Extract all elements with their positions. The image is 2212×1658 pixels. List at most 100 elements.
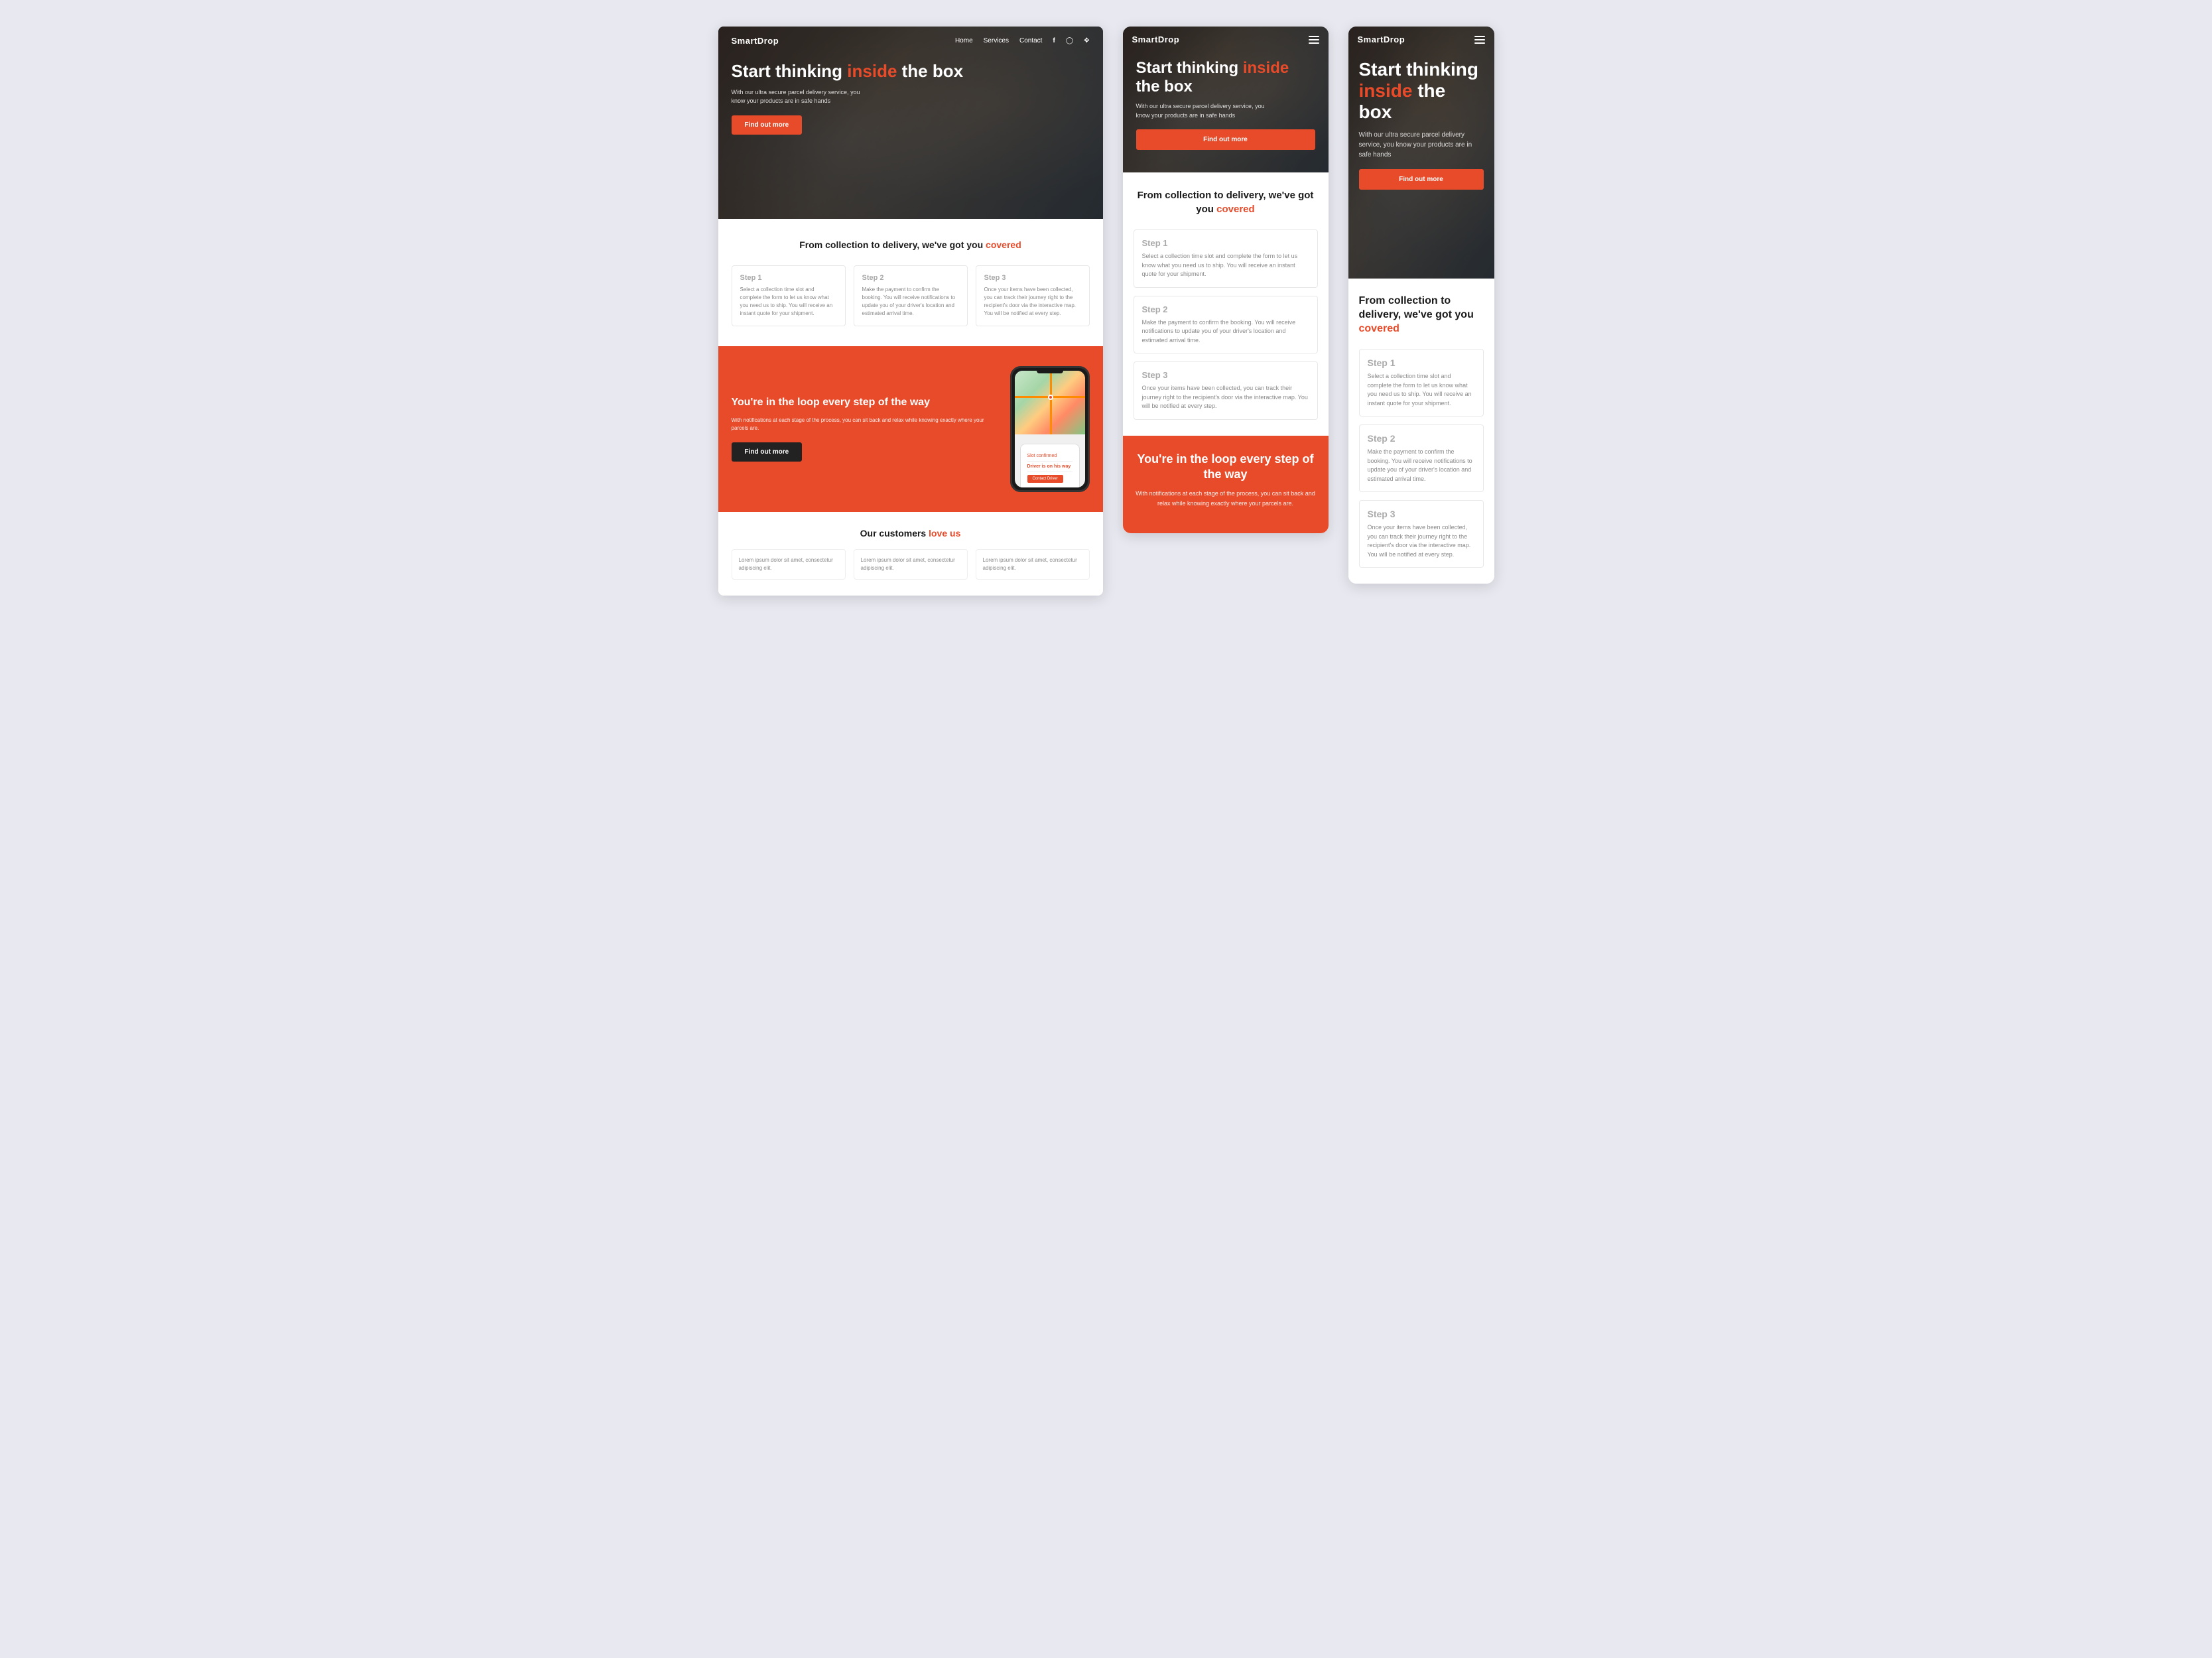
slot-panel: Slot confirmed Driver is on his way Cont… [1020,444,1080,487]
mobile-step2: Step 2 Make the payment to confirm the b… [1359,424,1484,492]
testimonial-2-text: Lorem ipsum dolor sit amet, consectetur … [861,556,960,572]
desktop-device: SmartDrop Home Services Contact 𝐟 ◯ ✥ St… [718,27,1103,596]
map-road-vertical [1050,371,1052,435]
mobile-step1: Step 1 Select a collection time slot and… [1359,349,1484,416]
nav-services[interactable]: Services [984,37,1009,44]
map-location-dot [1048,395,1053,400]
desktop-loop-cta[interactable]: Find out more [732,442,803,462]
mobile-step2-text: Make the payment to confirm the booking.… [1368,448,1475,483]
tablet-step1-title: Step 1 [1142,238,1309,248]
tablet-step3: Step 3 Once your items have been collect… [1134,361,1318,420]
tablet-logo: SmartDrop [1132,34,1180,44]
mobile-steps-col: Step 1 Select a collection time slot and… [1359,349,1484,568]
testimonial-3: Lorem ipsum dolor sit amet, consectetur … [976,549,1090,580]
nav-home[interactable]: Home [955,37,973,44]
desktop-hero-text: Start thinking inside the box With our u… [718,55,1103,148]
desktop-step3: Step 3 Once your items have been collect… [976,265,1090,326]
desktop-steps-row: Step 1 Select a collection time slot and… [732,265,1090,326]
tablet-step1: Step 1 Select a collection time slot and… [1134,229,1318,288]
tablet-hero-cta[interactable]: Find out more [1136,129,1315,150]
desktop-hero-title: Start thinking inside the box [732,62,1090,82]
slot-confirmed: Slot confirmed [1027,451,1073,462]
contact-driver-btn[interactable]: Contact Driver [1027,475,1063,483]
mobile-hero-title: Start thinking inside the box [1359,59,1484,123]
tablet-step3-text: Once your items have been collected, you… [1142,384,1309,411]
mobile-hamburger-line-3 [1474,42,1485,44]
instagram-icon: ◯ [1066,37,1073,44]
desktop-hero-subtitle: With our ultra secure parcel delivery se… [732,88,864,106]
nav-contact[interactable]: Contact [1019,37,1042,44]
tablet-loop-section: You're in the loop every step of the way… [1123,436,1329,534]
desktop-logo: SmartDrop [732,36,779,46]
mobile-step3: Step 3 Once your items have been collect… [1359,500,1484,568]
mobile-nav: SmartDrop [1348,27,1494,52]
tablet-loop-subtitle: With notifications at each stage of the … [1134,489,1318,508]
hamburger-line-2 [1309,39,1319,40]
tablet-hero-title: Start thinking inside the box [1136,59,1315,96]
mobile-step1-title: Step 1 [1368,357,1475,368]
desktop-customers-section: Our customers love us Lorem ipsum dolor … [718,512,1103,596]
desktop-step3-title: Step 3 [984,274,1081,282]
mobile-step1-text: Select a collection time slot and comple… [1368,372,1475,408]
desktop-step1-text: Select a collection time slot and comple… [740,286,837,318]
tablet-loop-text: You're in the loop every step of the way… [1134,452,1318,518]
tablet-step2-text: Make the payment to confirm the booking.… [1142,318,1309,346]
desktop-step2: Step 2 Make the payment to confirm the b… [854,265,968,326]
desktop-hero: SmartDrop Home Services Contact 𝐟 ◯ ✥ St… [718,27,1103,219]
testimonial-2: Lorem ipsum dolor sit amet, consectetur … [854,549,968,580]
desktop-steps-title: From collection to delivery, we've got y… [732,239,1090,252]
hamburger-line-3 [1309,42,1319,44]
desktop-customers-title: Our customers love us [732,528,1090,539]
mobile-hamburger[interactable] [1474,36,1485,44]
desktop-loop-section: You're in the loop every step of the way… [718,346,1103,512]
desktop-steps-section: From collection to delivery, we've got y… [718,219,1103,346]
tablet-steps-section: From collection to delivery, we've got y… [1123,172,1329,436]
mobile-device: SmartDrop Start thinking inside the box … [1348,27,1494,584]
desktop-step1: Step 1 Select a collection time slot and… [732,265,846,326]
desktop-step1-title: Step 1 [740,274,837,282]
hero-title-plain: Start thinking [732,61,848,81]
tablet-hero-subtitle: With our ultra secure parcel delivery se… [1136,102,1269,120]
mobile-steps-section: From collection to delivery, we've got y… [1348,279,1494,584]
mobile-hero-subtitle: With our ultra secure parcel delivery se… [1359,130,1478,160]
tablet-step1-text: Select a collection time slot and comple… [1142,252,1309,279]
hamburger-line-1 [1309,36,1319,37]
mobile-hamburger-line-2 [1474,39,1485,40]
facebook-icon: 𝐟 [1053,37,1055,44]
desktop-phone-mockup: Slot confirmed Driver is on his way Cont… [1010,366,1090,492]
tablet-step2: Step 2 Make the payment to confirm the b… [1134,296,1318,354]
tablet-step3-title: Step 3 [1142,370,1309,380]
tablet-steps-title: From collection to delivery, we've got y… [1134,188,1318,216]
slot-driver-way: Driver is on his way [1027,462,1073,472]
desktop-step3-text: Once your items have been collected, you… [984,286,1081,318]
mobile-logo: SmartDrop [1358,34,1405,44]
hero-title-accent: inside [847,61,897,81]
tablet-steps-col: Step 1 Select a collection time slot and… [1134,229,1318,420]
desktop-step2-title: Step 2 [862,274,959,282]
mobile-hamburger-line-1 [1474,36,1485,37]
mobile-steps-title: From collection to delivery, we've got y… [1359,294,1484,336]
testimonial-1: Lorem ipsum dolor sit amet, consectetur … [732,549,846,580]
desktop-hero-cta[interactable]: Find out more [732,115,803,135]
mobile-step2-title: Step 2 [1368,433,1475,444]
hero-title-end: the box [897,61,963,81]
desktop-nav: SmartDrop Home Services Contact 𝐟 ◯ ✥ [718,27,1103,55]
tablet-hero: SmartDrop Start thinking inside the box … [1123,27,1329,172]
phone-notch [1037,368,1063,373]
tablet-hamburger[interactable] [1309,36,1319,44]
mobile-hero: SmartDrop Start thinking inside the box … [1348,27,1494,279]
tablet-nav: SmartDrop [1123,27,1329,52]
mobile-step3-title: Step 3 [1368,509,1475,519]
phone-map [1015,371,1085,435]
desktop-loop-title: You're in the loop every step of the way [732,396,997,410]
desktop-step2-text: Make the payment to confirm the booking.… [862,286,959,318]
tablet-device: SmartDrop Start thinking inside the box … [1123,27,1329,533]
twitter-icon: ✥ [1084,37,1089,44]
tablet-step2-title: Step 2 [1142,304,1309,314]
testimonial-3-text: Lorem ipsum dolor sit amet, consectetur … [983,556,1082,572]
desktop-testimonials-row: Lorem ipsum dolor sit amet, consectetur … [732,549,1090,580]
tablet-loop-title: You're in the loop every step of the way [1134,452,1318,483]
mobile-hero-cta[interactable]: Find out more [1359,169,1484,190]
desktop-loop-text: You're in the loop every step of the way… [732,396,997,462]
phone-screen: Slot confirmed Driver is on his way Cont… [1015,371,1085,487]
